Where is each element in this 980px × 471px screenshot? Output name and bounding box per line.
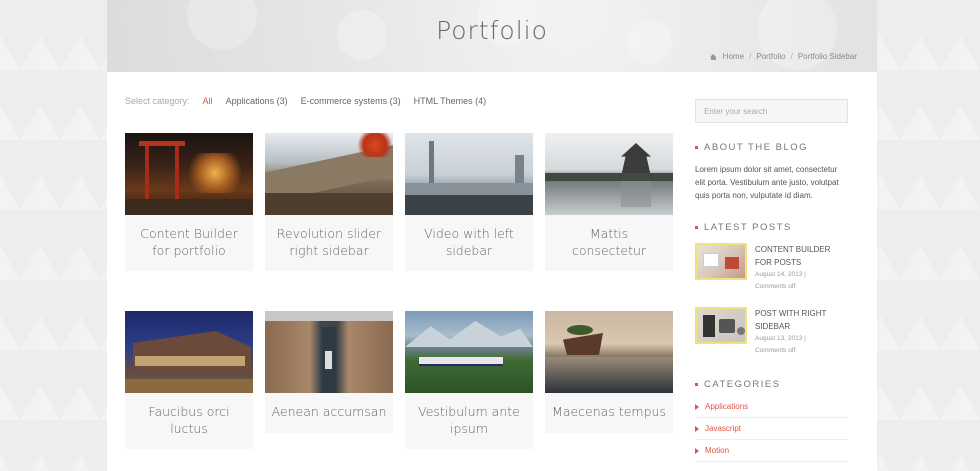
category-motion[interactable]: Motion <box>695 440 848 462</box>
shipwreck-image[interactable] <box>545 311 673 393</box>
breadcrumb-separator: / <box>749 52 752 61</box>
about-heading: About the blog <box>695 142 848 153</box>
latest-posts-heading-text: Latest posts <box>704 222 792 233</box>
category-applications[interactable]: Applications <box>695 396 848 418</box>
portfolio-item-title[interactable]: Maecenas tempus <box>545 393 673 433</box>
latest-posts-widget: Latest posts Content builder for posts A… <box>695 222 848 357</box>
search-input[interactable] <box>695 99 848 123</box>
portfolio-item[interactable]: Content Builder for portfolio <box>125 133 253 271</box>
great-wall-image[interactable] <box>265 133 393 215</box>
train-mountains-image[interactable] <box>405 311 533 393</box>
category-label[interactable]: Motion <box>705 446 729 455</box>
canal-gorge-image[interactable] <box>265 311 393 393</box>
caret-right-icon <box>695 403 699 410</box>
portfolio-item[interactable]: Maecenas tempus <box>545 311 673 433</box>
breadcrumb-portfolio[interactable]: Portfolio <box>756 52 785 61</box>
breadcrumb-current: Portfolio Sidebar <box>797 52 857 61</box>
post-thumbnail-image[interactable] <box>695 243 747 280</box>
page-title: Portfolio <box>436 16 548 45</box>
portfolio-item[interactable]: Vestibulum ante ipsum <box>405 311 533 449</box>
japanese-shrine-image[interactable] <box>125 133 253 215</box>
post-title[interactable]: Post with right sidebar <box>755 307 848 333</box>
about-text: Lorem ipsum dolor sit amet, consectetur … <box>695 165 839 200</box>
caret-right-icon <box>695 425 699 432</box>
categories-widget: Categories Applications Javascript Motio… <box>695 379 848 462</box>
portfolio-item-title[interactable]: Revolution slider right sidebar <box>265 215 393 271</box>
portfolio-item[interactable]: Aenean accumsan <box>265 311 393 433</box>
city-skyline-image[interactable] <box>405 133 533 215</box>
post-title[interactable]: Content builder for posts <box>755 243 848 269</box>
portfolio-item[interactable]: Revolution slider right sidebar <box>265 133 393 271</box>
filter-applications[interactable]: Applications (3) <box>226 96 288 106</box>
portfolio-item-title[interactable]: Video with left sidebar <box>405 215 533 271</box>
latest-posts-heading: Latest posts <box>695 222 848 233</box>
category-filter: Select category: All Applications (3) E-… <box>125 96 486 106</box>
breadcrumb-home[interactable]: Home <box>723 52 744 61</box>
filter-html-themes[interactable]: HTML Themes (4) <box>414 96 487 106</box>
category-label[interactable]: Javascript <box>705 424 741 433</box>
portfolio-item-title[interactable]: Content Builder for portfolio <box>125 215 253 271</box>
post-item[interactable]: Post with right sidebar August 13, 2013 … <box>695 307 848 357</box>
portfolio-item[interactable]: Mattis consectetur <box>545 133 673 271</box>
portfolio-item[interactable]: Video with left sidebar <box>405 133 533 271</box>
filter-label: Select category: <box>125 96 190 106</box>
about-widget: About the blog Lorem ipsum dolor sit ame… <box>695 142 848 202</box>
filter-all[interactable]: All <box>203 96 213 106</box>
post-thumbnail-image[interactable] <box>695 307 747 344</box>
post-item[interactable]: Content builder for posts August 14, 201… <box>695 243 848 293</box>
filter-ecommerce[interactable]: E-commerce systems (3) <box>301 96 401 106</box>
home-icon <box>709 53 717 60</box>
portfolio-item-title[interactable]: Faucibus orci luctus <box>125 393 253 449</box>
portfolio-item[interactable]: Faucibus orci luctus <box>125 311 253 449</box>
categories-heading: Categories <box>695 379 848 390</box>
breadcrumb: Home / Portfolio / Portfolio Sidebar <box>709 52 857 61</box>
portfolio-item-title[interactable]: Mattis consectetur <box>545 215 673 271</box>
post-comments: Comments off <box>755 283 796 290</box>
portfolio-item-title[interactable]: Aenean accumsan <box>265 393 393 433</box>
category-javascript[interactable]: Javascript <box>695 418 848 440</box>
bullet-icon <box>695 383 698 386</box>
modern-building-image[interactable] <box>125 311 253 393</box>
page-header: Portfolio Home / Portfolio / Portfolio S… <box>107 0 877 72</box>
caret-right-icon <box>695 447 699 454</box>
japanese-castle-image[interactable] <box>545 133 673 215</box>
post-comments: Comments off <box>755 347 796 354</box>
main-content: Select category: All Applications (3) E-… <box>107 72 877 471</box>
bullet-icon <box>695 226 698 229</box>
categories-heading-text: Categories <box>704 379 781 390</box>
sidebar: About the blog Lorem ipsum dolor sit ame… <box>695 99 848 462</box>
bullet-icon <box>695 146 698 149</box>
post-date: August 14, 2013 | <box>755 271 806 278</box>
portfolio-item-title[interactable]: Vestibulum ante ipsum <box>405 393 533 449</box>
about-heading-text: About the blog <box>704 142 809 153</box>
breadcrumb-separator: / <box>790 52 793 61</box>
post-date: August 13, 2013 | <box>755 335 806 342</box>
category-label[interactable]: Applications <box>705 402 748 411</box>
